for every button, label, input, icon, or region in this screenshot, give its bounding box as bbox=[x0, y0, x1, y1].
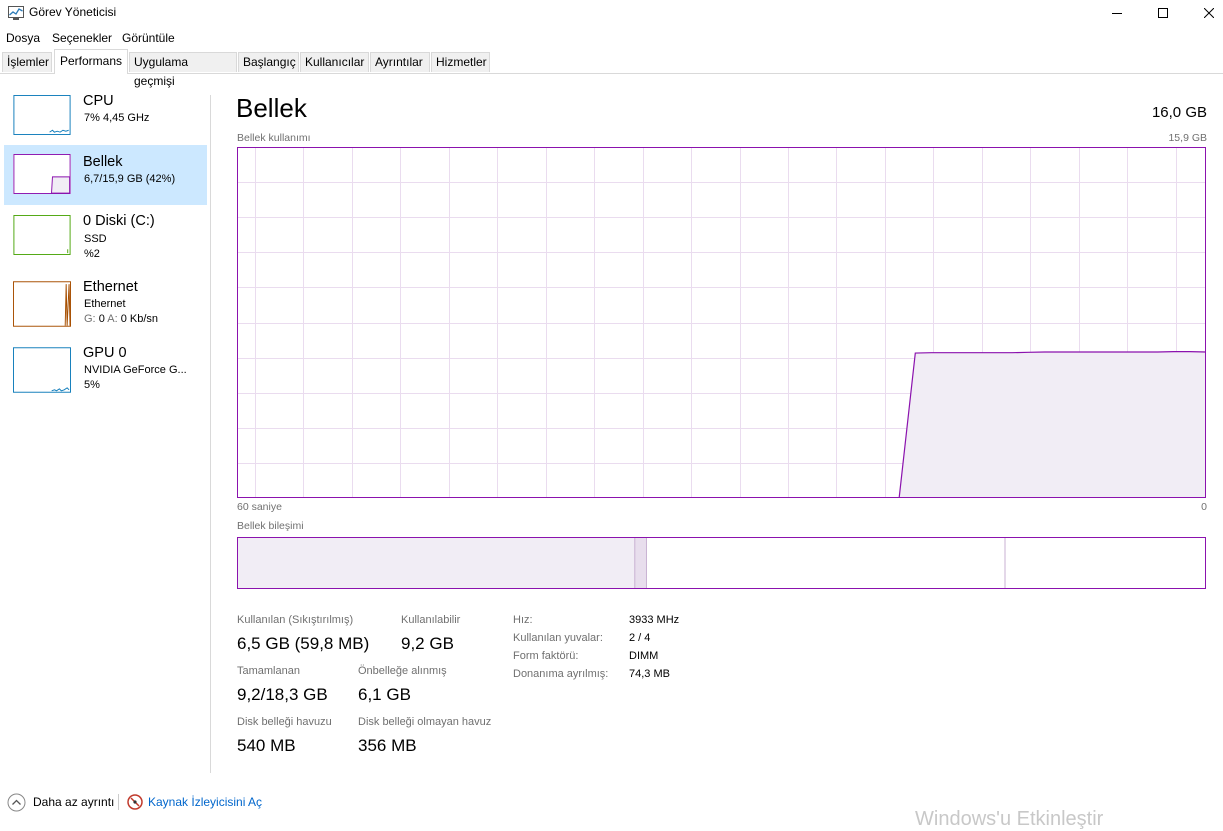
tab-services[interactable]: Hizmetler bbox=[431, 52, 490, 72]
stat-available-value: 9,2 GB bbox=[401, 634, 454, 653]
detail-slots-value: 2 / 4 bbox=[629, 632, 651, 644]
chevron-up-circle-icon bbox=[7, 793, 26, 811]
sidebar-item-name: 0 Diski (C:) bbox=[83, 213, 155, 229]
receive-value: 0 Kb/sn bbox=[120, 313, 159, 325]
stat-committed-label: Tamamlanan bbox=[237, 665, 300, 677]
graph-time-left: 60 saniye bbox=[237, 501, 282, 513]
detail-reserved-value: 74,3 MB bbox=[629, 668, 670, 680]
receive-label: A: bbox=[107, 313, 118, 325]
cpu-thumbnail-graph bbox=[13, 95, 71, 135]
ethernet-thumbnail-graph bbox=[13, 281, 71, 327]
sidebar-item-gpu[interactable]: GPU 0 NVIDIA GeForce G... 5% bbox=[4, 344, 207, 404]
stat-paged-pool-value: 540 MB bbox=[237, 736, 296, 755]
window-title: Görev Yöneticisi bbox=[29, 5, 117, 19]
task-manager-icon bbox=[8, 6, 24, 20]
menu-view[interactable]: Görüntüle bbox=[122, 31, 175, 45]
menu-options[interactable]: Seçenekler bbox=[52, 31, 112, 45]
tab-users[interactable]: Kullanıcılar bbox=[300, 52, 369, 72]
sidebar-divider bbox=[210, 95, 211, 773]
title-bar: Görev Yöneticisi bbox=[0, 0, 1223, 26]
fewer-details-label: Daha az ayrıntı bbox=[33, 795, 115, 809]
sidebar-item-memory[interactable]: Bellek 6,7/15,9 GB (42%) bbox=[4, 145, 207, 205]
sidebar-item-cpu[interactable]: CPU 7% 4,45 GHz bbox=[4, 92, 207, 152]
open-resource-monitor-link[interactable]: Kaynak İzleyicisini Aç bbox=[127, 792, 262, 812]
sidebar-item-name: Ethernet bbox=[83, 279, 138, 295]
memory-thumbnail-graph bbox=[13, 154, 71, 194]
resource-monitor-icon bbox=[127, 794, 143, 810]
send-value: 0 bbox=[98, 313, 105, 325]
send-label: G: bbox=[84, 313, 96, 325]
stat-in-use-label: Kullanılan (Sıkıştırılmış) bbox=[237, 614, 354, 626]
total-memory: 16,0 GB bbox=[1151, 104, 1207, 121]
gpu-thumbnail-graph bbox=[13, 347, 71, 393]
sidebar-item-detail: 7% 4,45 GHz bbox=[84, 112, 150, 124]
tab-app-history[interactable]: Uygulama geçmişi bbox=[129, 52, 237, 88]
usage-graph-max: 15,9 GB bbox=[1168, 132, 1207, 144]
menu-bar: Dosya Seçenekler Görüntüle bbox=[0, 27, 1223, 47]
stat-nonpaged-pool-label: Disk belleği olmayan havuz bbox=[358, 716, 492, 728]
tab-details[interactable]: Ayrıntılar bbox=[370, 52, 430, 72]
stat-cached-label: Önbelleğe alınmış bbox=[358, 665, 447, 677]
usage-graph-label: Bellek kullanımı bbox=[237, 132, 311, 144]
sidebar-item-usage: %2 bbox=[84, 248, 100, 260]
tab-startup[interactable]: Başlangıç bbox=[238, 52, 299, 72]
stat-committed-value: 9,2/18,3 GB bbox=[237, 685, 328, 704]
footer-separator bbox=[118, 794, 119, 810]
detail-reserved-label: Donanıma ayrılmış: bbox=[513, 668, 609, 680]
disk-thumbnail-graph bbox=[13, 215, 71, 255]
memory-composition-bar bbox=[237, 537, 1206, 589]
sidebar-item-disk[interactable]: 0 Diski (C:) SSD %2 bbox=[4, 212, 207, 272]
sidebar-item-name: Bellek bbox=[83, 154, 123, 170]
page-title: Bellek bbox=[236, 93, 307, 123]
tab-performance[interactable]: Performans bbox=[54, 49, 128, 74]
composition-in-use bbox=[237, 537, 635, 589]
detail-speed-label: Hız: bbox=[513, 614, 533, 626]
sidebar-item-usage: 5% bbox=[84, 379, 100, 391]
sidebar-item-detail: 6,7/15,9 GB (42%) bbox=[84, 173, 176, 185]
stat-in-use-value: 6,5 GB (59,8 MB) bbox=[237, 634, 370, 653]
fewer-details-button[interactable]: Daha az ayrıntı bbox=[7, 792, 114, 812]
tab-processes[interactable]: İşlemler bbox=[2, 52, 52, 72]
detail-form-factor-value: DIMM bbox=[629, 650, 659, 662]
composition-label: Bellek bileşimi bbox=[237, 520, 304, 532]
composition-modified bbox=[634, 537, 646, 589]
stat-cached-value: 6,1 GB bbox=[358, 685, 411, 704]
sidebar-item-ethernet[interactable]: Ethernet Ethernet G: 0 A: 0 Kb/sn bbox=[4, 278, 207, 338]
activation-watermark: Windows'u Etkinleştir bbox=[915, 808, 1104, 830]
sidebar-item-detail: NVIDIA GeForce G... bbox=[84, 364, 187, 376]
detail-slots-label: Kullanılan yuvalar: bbox=[513, 632, 603, 644]
sidebar-item-name: GPU 0 bbox=[83, 345, 127, 361]
sidebar-item-throughput: G: 0 A: 0 Kb/sn bbox=[84, 313, 158, 325]
maximize-button[interactable] bbox=[1140, 0, 1186, 26]
sidebar-item-detail: Ethernet bbox=[84, 298, 126, 310]
sidebar-item-detail: SSD bbox=[84, 233, 107, 245]
minimize-icon bbox=[1112, 13, 1122, 14]
minimize-button[interactable] bbox=[1094, 0, 1140, 26]
memory-usage-graph bbox=[237, 147, 1206, 498]
graph-time-right: 0 bbox=[1201, 501, 1207, 513]
sidebar-item-name: CPU bbox=[83, 93, 114, 109]
detail-speed-value: 3933 MHz bbox=[629, 614, 680, 626]
usage-area bbox=[899, 351, 1206, 498]
resource-monitor-label: Kaynak İzleyicisini Aç bbox=[148, 795, 263, 809]
stat-nonpaged-pool-value: 356 MB bbox=[358, 736, 417, 755]
maximize-icon bbox=[1158, 8, 1168, 18]
stat-available-label: Kullanılabilir bbox=[401, 614, 461, 626]
close-button[interactable] bbox=[1186, 0, 1223, 26]
close-icon bbox=[1204, 8, 1214, 18]
detail-form-factor-label: Form faktörü: bbox=[513, 650, 579, 662]
stat-paged-pool-label: Disk belleği havuzu bbox=[237, 716, 332, 728]
tab-strip: İşlemler Performans Uygulama geçmişi Baş… bbox=[0, 49, 1223, 88]
resource-sidebar: CPU 7% 4,45 GHz Bellek 6,7/15,9 GB (42%)… bbox=[0, 74, 211, 774]
menu-file[interactable]: Dosya bbox=[6, 31, 40, 45]
